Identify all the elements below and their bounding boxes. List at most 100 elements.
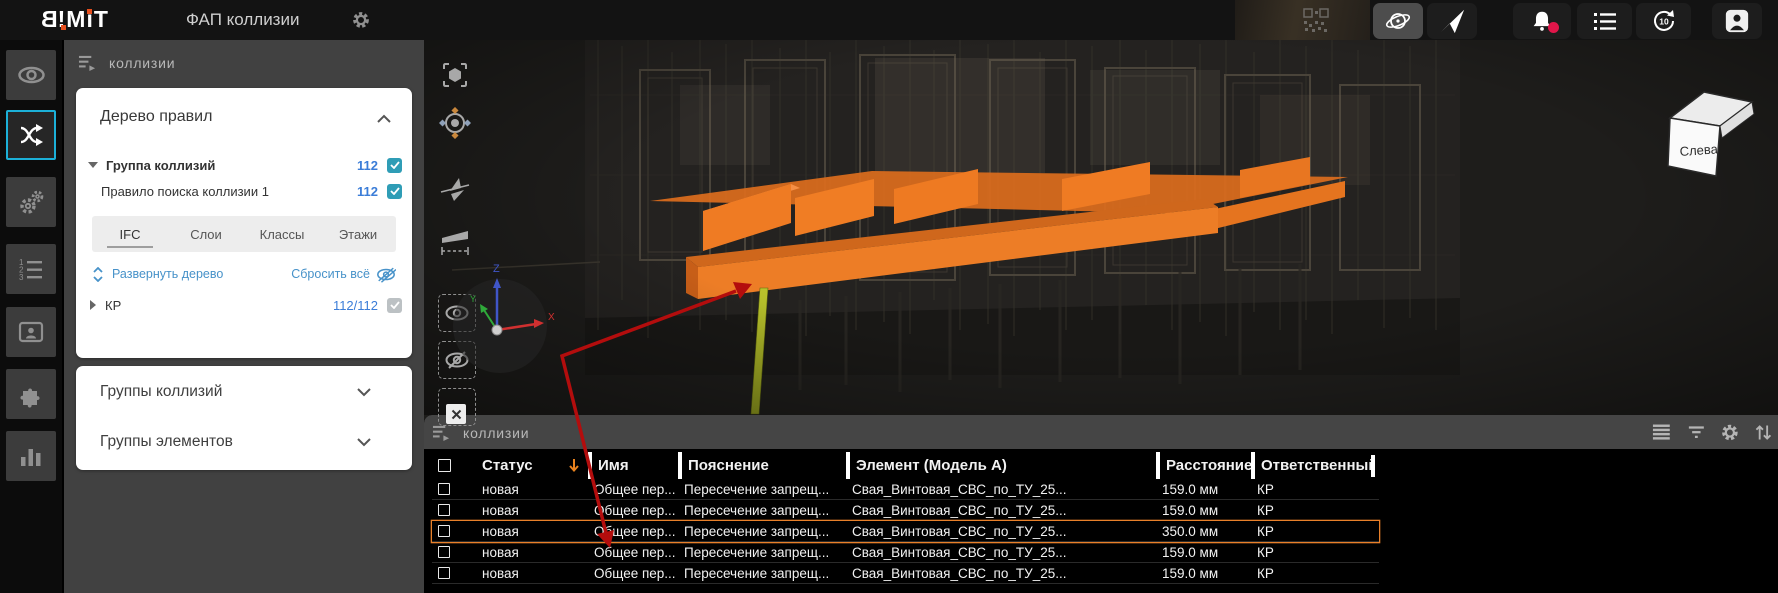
qr-code-icon[interactable] <box>1303 8 1331 34</box>
cell-responsible: КР <box>1251 479 1371 499</box>
tab-floors[interactable]: Этажи <box>320 216 396 252</box>
collisions-panel: коллизии Дерево правил Группа коллизий 1… <box>64 40 424 593</box>
reset-all-link[interactable]: Сбросить всё <box>291 267 370 281</box>
user-icon <box>1724 8 1750 34</box>
expander-right-icon[interactable] <box>90 300 96 310</box>
history-button[interactable]: 10 <box>1636 3 1691 39</box>
gears-icon <box>17 188 45 216</box>
column-responsible[interactable]: Ответственный <box>1251 452 1371 479</box>
table-row[interactable]: новаяОбщее пер...Пересечение запрещ...Св… <box>432 500 1379 521</box>
column-distance[interactable]: Расстояние <box>1156 452 1251 479</box>
logo-char: T <box>94 6 109 33</box>
rule-row[interactable]: Правило поиска коллизии 1 112 <box>86 180 402 202</box>
tree-node-checkbox[interactable] <box>387 298 402 313</box>
cell-name: Общее пер... <box>588 563 678 583</box>
hide-all-icon[interactable] <box>376 266 396 283</box>
fly-navigate-button[interactable] <box>1427 3 1477 39</box>
tab-ifc[interactable]: IFC <box>92 216 168 252</box>
view-cube[interactable]: Слева <box>1660 80 1764 184</box>
app-window: Z X Y Слева B!MiT ФАП коллизии <box>0 0 1778 593</box>
axis-gizmo[interactable]: Z X Y <box>440 258 560 378</box>
expander-down-icon[interactable] <box>88 162 98 168</box>
collisions-table-panel: коллизии <box>424 415 1778 593</box>
chevron-down-icon <box>356 437 372 447</box>
svg-text:3: 3 <box>19 273 24 282</box>
rule-label: Правило поиска коллизии 1 <box>101 184 269 199</box>
row-checkbox[interactable] <box>438 483 450 495</box>
sidebar-item-visibility[interactable] <box>6 50 56 100</box>
tool-sidebar: 1 2 3 <box>0 40 62 593</box>
section-plane-button[interactable] <box>434 168 476 208</box>
rule-group-count: 112 <box>357 158 378 173</box>
task-list-button[interactable] <box>1577 3 1632 39</box>
select-all-checkbox[interactable] <box>438 459 451 472</box>
collision-groups-section[interactable]: Группы коллизий <box>100 372 392 412</box>
cell-responsible: КР <box>1251 542 1371 562</box>
cell-distance: 159.0 мм <box>1156 479 1251 499</box>
view-cube-face-label: Слева <box>1679 141 1719 159</box>
gear-icon[interactable] <box>1721 423 1739 442</box>
table-row[interactable]: новаяОбщее пер...Пересечение запрещ...Св… <box>432 542 1379 563</box>
column-name[interactable]: Имя <box>588 452 678 479</box>
element-groups-section[interactable]: Группы элементов <box>100 422 392 462</box>
row-checkbox[interactable] <box>438 525 450 537</box>
sidebar-item-contacts[interactable] <box>6 307 56 357</box>
logo-char: B <box>40 6 58 33</box>
tab-classes[interactable]: Классы <box>244 216 320 252</box>
zoom-to-fit-button[interactable] <box>438 58 472 92</box>
column-status[interactable]: Статус <box>476 452 588 479</box>
focus-hexagon-icon <box>441 61 469 89</box>
chevron-down-icon <box>356 387 372 397</box>
table-row[interactable]: новаяОбщее пер...Пересечение запрещ...Св… <box>432 563 1379 584</box>
cell-element: Свая_Винтовая_СВС_по_ТУ_25... <box>846 563 1156 583</box>
tab-layers[interactable]: Слои <box>168 216 244 252</box>
sort-arrows-icon[interactable] <box>1755 423 1772 442</box>
axis-y-label: Y <box>470 294 476 304</box>
app-logo[interactable]: B!MiT <box>40 6 109 33</box>
panel-menu-icon[interactable] <box>78 54 97 72</box>
notification-badge <box>1548 22 1559 33</box>
ifc-tree-node-kr[interactable]: КР 112/112 <box>86 294 402 316</box>
cell-responsible: КР <box>1251 500 1371 520</box>
sidebar-item-numbered-list[interactable]: 1 2 3 <box>6 244 56 294</box>
collapse-chevron-up-icon[interactable] <box>376 114 392 124</box>
project-settings-button[interactable] <box>352 11 370 34</box>
table-row[interactable]: новаяОбщее пер...Пересечение запрещ...Св… <box>432 479 1379 500</box>
rule-group-checkbox[interactable] <box>387 158 402 173</box>
cell-note: Пересечение запрещ... <box>678 542 846 562</box>
expand-tree-link[interactable]: Развернуть дерево <box>112 267 223 281</box>
sidebar-item-settings[interactable] <box>6 177 56 227</box>
cell-note: Пересечение запрещ... <box>678 479 846 499</box>
sidebar-item-plugins[interactable] <box>6 369 56 419</box>
row-checkbox[interactable] <box>438 567 450 579</box>
clip-plane-icon <box>438 172 472 204</box>
logo-char: ! <box>58 6 67 33</box>
row-checkbox[interactable] <box>438 504 450 516</box>
check-icon <box>390 161 400 169</box>
row-checkbox[interactable] <box>438 546 450 558</box>
sidebar-item-reports[interactable] <box>6 431 56 481</box>
cell-name: Общее пер... <box>588 500 678 520</box>
rule-group-row[interactable]: Группа коллизий 112 <box>86 154 402 176</box>
sidebar-item-collisions[interactable] <box>6 110 56 160</box>
cell-name: Общее пер... <box>588 521 678 541</box>
column-note[interactable]: Пояснение <box>678 452 846 479</box>
model-mode-button[interactable] <box>1373 3 1423 39</box>
clear-selection-button[interactable] <box>446 404 466 424</box>
table-panel-header: коллизии <box>424 415 1778 449</box>
locate-button[interactable] <box>436 104 474 142</box>
element-groups-label: Группы элементов <box>100 433 233 451</box>
measure-button[interactable] <box>436 222 474 260</box>
notifications-button[interactable] <box>1513 3 1571 39</box>
rule-checkbox[interactable] <box>387 184 402 199</box>
cell-element: Свая_Винтовая_СВС_по_ТУ_25... <box>846 479 1156 499</box>
rows-icon[interactable] <box>1652 423 1671 441</box>
logo-char: i <box>86 6 93 33</box>
table-row-selected[interactable]: новаяОбщее пер...Пересечение запрещ...Св… <box>432 521 1379 542</box>
account-button[interactable] <box>1712 3 1762 39</box>
column-element-a[interactable]: Элемент (Модель А) <box>846 452 1156 479</box>
panel-menu-icon[interactable] <box>432 424 451 442</box>
bar-chart-icon <box>17 442 45 470</box>
check-icon <box>390 301 400 309</box>
filter-icon[interactable] <box>1687 423 1706 441</box>
